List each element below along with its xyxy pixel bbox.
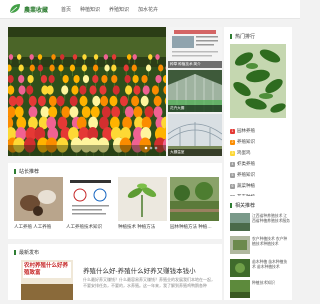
hero-slider[interactable]: [8, 27, 166, 156]
hot-item-label: 蔬菜种植: [237, 183, 255, 188]
hot-item-label: 虾类养殖: [237, 161, 255, 166]
latest-article-summary: 什么最好养又赚钱？什么最容易养又赚钱？养殖业的发展我们本地在一起，不要安排任务，…: [83, 277, 215, 288]
latest-panel: 最新发布 农村养殖什么好养殖致富 养殖什么好-养殖什么好养又赚钱本钱小 什么最好…: [8, 244, 222, 300]
related-item[interactable]: 种植技术知识: [230, 280, 290, 304]
related-thumb-image: [230, 259, 250, 277]
recommend-card[interactable]: 园林种植方法 种植…: [170, 177, 219, 231]
thumb-caption: 花卉大棚: [168, 105, 222, 112]
hot-image[interactable]: [230, 44, 286, 118]
hot-item-label: 养殖知识: [237, 172, 255, 177]
related-item-text: 种植技术知识: [252, 281, 275, 285]
latest-image-text: 农村养殖什么好养殖致富: [24, 263, 69, 276]
hot-list-item[interactable]: 3 鸡蛋鸡: [230, 149, 255, 160]
hot-rank-number: 2: [230, 140, 235, 145]
seedling-image: [118, 177, 167, 221]
thumb-card[interactable]: 花卉大棚: [168, 70, 222, 112]
hot-rank-number: 3: [230, 151, 235, 156]
tulip-field-image: [8, 27, 166, 156]
site-name[interactable]: 農業收藏: [24, 5, 48, 14]
related-thumb-image: [230, 280, 250, 298]
diagram-image: [66, 177, 115, 221]
hot-rank-number: 6: [230, 184, 235, 189]
recommend-panel: 站长推荐 人工养殖 人工养殖 人工养殖技术知识 种植技术 种植方法 园林种植方法…: [8, 163, 222, 239]
recommend-title: 站长推荐: [14, 168, 39, 175]
related-item[interactable]: 江西省种养殖技术 江西省种植养殖技术服务: [230, 213, 290, 237]
related-title: 相关推荐: [230, 202, 255, 209]
nav-item-planting[interactable]: 种植知识: [80, 6, 100, 13]
nav-item-flowers[interactable]: 加水花卉: [138, 6, 158, 13]
hot-list-item[interactable]: 1 园林养殖: [230, 127, 255, 138]
nav-item-home[interactable]: 首页: [61, 6, 71, 13]
related-item-text: 苗木种植 苗木种植技术 苗木种植技术: [252, 260, 288, 269]
related-thumb-image: [230, 213, 250, 231]
hot-ranking-panel: 热门排行 1园林养殖2养殖知识3鸡蛋鸡4虾类养殖5养殖知识6蔬菜种植7花卉种植: [224, 27, 292, 207]
hot-list-item[interactable]: 6 蔬菜种植: [230, 182, 255, 193]
related-panel: 相关推荐 江西省种养殖技术 江西省种植养殖技术服务 农户种植技术 农户种植技术种…: [224, 196, 292, 300]
hot-list: 1园林养殖2养殖知识3鸡蛋鸡4虾类养殖5养殖知识6蔬菜种植7花卉种植: [230, 127, 255, 204]
latest-title: 最新发布: [14, 249, 39, 256]
thumb-caption: 大棚温室: [168, 149, 222, 156]
hot-rank-number: 1: [230, 129, 235, 134]
hot-rank-number: 5: [230, 173, 235, 178]
animals-image: [14, 177, 63, 221]
side-thumbnails: 种草 种植技术 简介 花卉大棚 大棚温室: [168, 27, 222, 156]
hot-list-item[interactable]: 2 养殖知识: [230, 138, 255, 149]
thumb-card[interactable]: 大棚温室: [168, 114, 222, 156]
main-nav: 首页 种植知识 养殖知识 加水花卉: [61, 6, 158, 13]
hot-ranking-title: 热门排行: [230, 33, 255, 40]
recommend-card-title: 人工养殖 人工养殖: [14, 224, 52, 229]
hot-list-item[interactable]: 5 养殖知识: [230, 171, 255, 182]
hot-item-label: 鸡蛋鸡: [237, 150, 251, 155]
recommend-card[interactable]: 种植技术 种植方法: [118, 177, 167, 231]
recommend-card-title: 园林种植方法 种植…: [170, 224, 212, 229]
recommend-card-title: 人工养殖技术知识: [66, 224, 102, 229]
plant-leaves-image: [230, 44, 286, 118]
recommend-card[interactable]: 人工养殖 人工养殖: [14, 177, 63, 231]
related-thumb-image: [230, 236, 250, 254]
hot-rank-number: 4: [230, 162, 235, 167]
recommend-card-title: 种植技术 种植方法: [118, 224, 156, 229]
latest-article-title[interactable]: 养殖什么好-养殖什么好养又赚钱本钱小: [83, 265, 196, 275]
site-header: 農業收藏 首页 种植知识 养殖知识 加水花卉: [0, 0, 300, 19]
recommend-card[interactable]: 人工养殖技术知识: [66, 177, 115, 231]
slider-dots[interactable]: [144, 146, 158, 150]
nav-item-breeding[interactable]: 养殖知识: [109, 6, 129, 13]
latest-article-image[interactable]: 农村养殖什么好养殖致富: [21, 260, 73, 300]
thumb-card[interactable]: 种草 种植技术 简介: [168, 27, 222, 68]
related-item-text: 农户种植技术 农户种植技术种植技术: [252, 237, 288, 246]
garden-image: [170, 177, 219, 221]
related-item[interactable]: 农户种植技术 农户种植技术种植技术: [230, 236, 290, 260]
logo-leaf-icon[interactable]: [8, 3, 22, 15]
hot-list-item[interactable]: 4 虾类养殖: [230, 160, 255, 171]
hot-item-label: 养殖知识: [237, 139, 255, 144]
related-item-text: 江西省种养殖技术 江西省种植养殖技术服务: [252, 214, 290, 223]
thumb-caption: 种草 种植技术 简介: [168, 61, 222, 68]
hot-item-label: 园林养殖: [237, 128, 255, 133]
